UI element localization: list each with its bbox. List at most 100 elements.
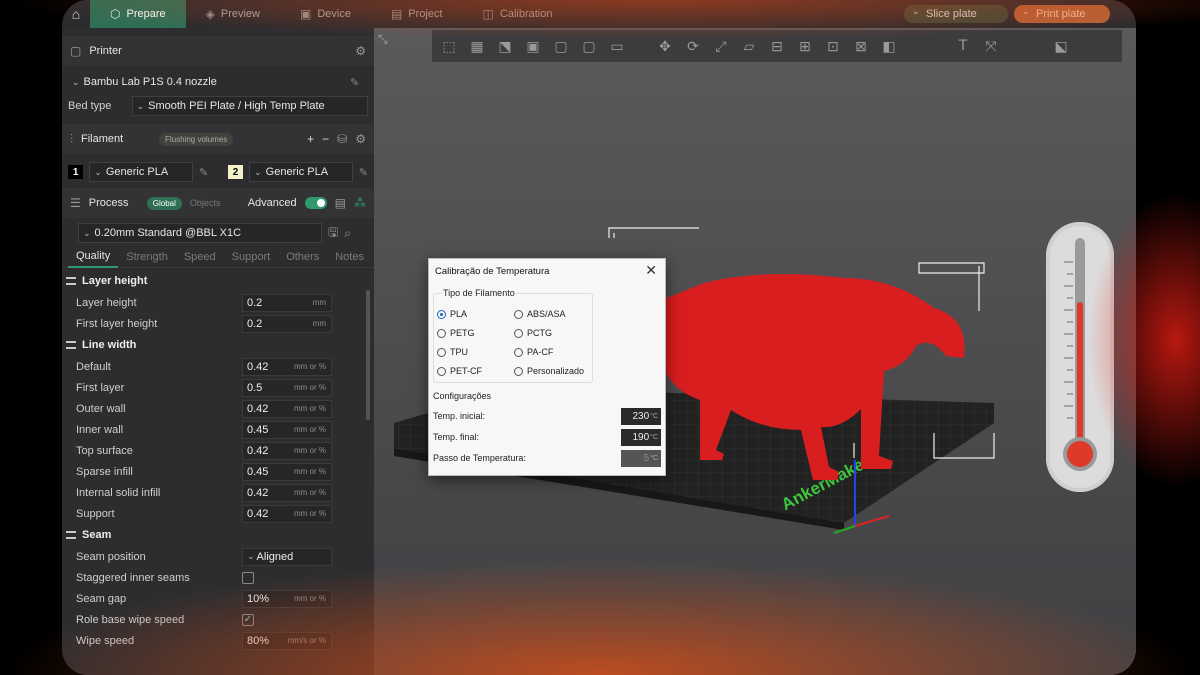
top-bar: ⌂ ⬡ Prepare ◈ Preview ▣ Device ▤ Project ◫ Ca… — [62, 0, 1136, 28]
end-temp-row: Temp. final: 190 °C — [433, 428, 661, 446]
param-row: Outer wall 0.42 mm or % — [62, 398, 374, 419]
group-layer-height: Layer height — [62, 270, 374, 292]
param-row: Wipe speed 80% mm/s or % — [62, 630, 374, 651]
tab-calibration[interactable]: ◫ Calibration — [463, 0, 573, 28]
filament-slot-1-index: 1 — [68, 165, 84, 179]
sidebar-scrollbar[interactable] — [366, 290, 370, 420]
calibration-icon: ◫ — [482, 7, 494, 21]
param-input[interactable]: 0.5 mm or % — [242, 378, 332, 397]
tab-support[interactable]: Support — [224, 246, 279, 268]
advanced-label: Advanced — [247, 197, 297, 209]
param-input[interactable]: 80% mm/s or % — [242, 631, 332, 650]
edit-icon[interactable]: ✎ — [199, 166, 208, 179]
tab-project[interactable]: ▤ Project — [371, 0, 463, 28]
group-icon — [66, 531, 76, 539]
temperature-calibration-dialog: Calibração de Temperatura ✕ Tipo de Fila… — [428, 258, 666, 476]
gear-icon[interactable]: ⚙ — [355, 44, 366, 58]
param-input[interactable]: 0.45 mm or % — [242, 420, 332, 439]
filament-slot-2-select[interactable]: ⌄ Generic PLA — [249, 162, 353, 182]
project-icon: ▤ — [390, 7, 403, 21]
param-input[interactable]: 0.42 mm or % — [242, 399, 332, 418]
param-row: Layer height 0.2 mm — [62, 292, 374, 313]
flushing-volumes-button[interactable]: Flushing volumes — [159, 132, 234, 146]
chevron-down-icon: ⌄ — [1022, 6, 1030, 16]
filament-icon: ⫶ — [70, 131, 74, 146]
save-icon[interactable]: 🖫 — [328, 223, 338, 244]
sync-icon[interactable]: ⛁ — [337, 132, 347, 146]
list-icon[interactable]: ▤ — [335, 196, 346, 210]
radio-button — [514, 309, 523, 319]
param-input[interactable]: 0.2 mm — [242, 293, 332, 312]
home-icon[interactable]: ⌂ — [62, 0, 90, 28]
param-input[interactable]: 0.42 mm or % — [242, 357, 332, 376]
layers-icon: ◈ — [205, 7, 215, 21]
radio-tpu[interactable]: TPU — [437, 347, 468, 357]
edit-icon[interactable]: ✎ — [350, 76, 359, 89]
radio-personalizado[interactable]: Personalizado — [514, 366, 584, 376]
process-tabs: Quality Strength Speed Support Others No… — [62, 246, 374, 268]
x-axis — [854, 515, 890, 527]
print-plate-button[interactable]: ⌄ Print plate — [1014, 5, 1110, 23]
chevron-down-icon: ⌄ — [136, 100, 145, 111]
wipe-speed-checkbox[interactable]: ✓ — [242, 613, 254, 626]
param-row: Support 0.42 mm or % — [62, 503, 374, 524]
param-row: Seam gap 10% mm or % — [62, 588, 374, 609]
param-input[interactable]: 0.42 mm or % — [242, 504, 332, 523]
filament-section-header: ⫶ Filament Flushing volumes + − ⛁ ⚙ — [62, 124, 374, 154]
tab-quality[interactable]: Quality — [68, 246, 119, 268]
chevron-down-icon: ⌄ — [72, 76, 80, 87]
param-row: Default 0.42 mm or % — [62, 356, 374, 377]
objects-toggle[interactable]: Objects — [190, 198, 221, 208]
settings-sidebar: ▢ Printer ⚙ ⌄ Bambu Lab P1S 0.4 nozzle ✎… — [62, 28, 374, 675]
chevron-down-icon: ⌄ — [247, 551, 255, 561]
filament-slot-2-index: 2 — [227, 165, 244, 179]
param-input[interactable]: 0.42 mm or % — [242, 441, 332, 460]
radio-pet-cf[interactable]: PET-CF — [437, 366, 482, 376]
radio-button — [514, 328, 523, 338]
group-icon — [66, 277, 76, 285]
tab-preview[interactable]: ◈ Preview — [186, 0, 280, 28]
radio-petg[interactable]: PETG — [437, 328, 475, 338]
param-input[interactable]: 0.42 mm or % — [242, 483, 332, 502]
global-toggle[interactable]: Global — [146, 196, 182, 210]
radio-button — [437, 309, 446, 319]
close-icon[interactable]: ✕ — [645, 262, 657, 279]
process-icon: ☰ — [70, 196, 81, 210]
slice-plate-button[interactable]: ⌄ Slice plate — [904, 5, 1008, 23]
param-row: First layer 0.5 mm or % — [62, 377, 374, 398]
chevron-down-icon: ⌄ — [94, 166, 102, 177]
staggered-seams-checkbox[interactable] — [242, 571, 254, 584]
bed-type-select[interactable]: ⌄ Smooth PEI Plate / High Temp Plate — [131, 96, 368, 116]
advanced-toggle[interactable] — [304, 197, 327, 209]
radio-button — [514, 347, 523, 357]
tab-speed[interactable]: Speed — [176, 246, 224, 268]
gear-icon[interactable]: ⚙ — [355, 132, 366, 146]
step-temp-row: Passo de Temperatura: 5 °C — [433, 449, 661, 467]
printer-icon: ▢ — [70, 44, 82, 58]
radio-abs-asa[interactable]: ABS/ASA — [514, 309, 566, 319]
tab-prepare[interactable]: ⬡ Prepare — [90, 0, 186, 28]
end-temp-input[interactable]: 190 °C — [621, 428, 661, 446]
seam-position-select[interactable]: ⌄ Aligned — [242, 547, 332, 566]
radio-pctg[interactable]: PCTG — [514, 328, 552, 338]
step-temp-input[interactable]: 5 °C — [621, 449, 661, 467]
add-icon[interactable]: + — [307, 132, 314, 146]
search-icon[interactable]: ⌕ — [344, 226, 351, 241]
process-profile-select[interactable]: ⌄ 0.20mm Standard @BBL X1C — [78, 223, 322, 243]
compare-icon[interactable]: ⁂ — [354, 196, 366, 210]
edit-icon[interactable]: ✎ — [359, 166, 368, 179]
start-temp-input[interactable]: 230 °C — [621, 407, 661, 425]
param-input[interactable]: 0.2 mm — [242, 314, 332, 333]
tab-strength[interactable]: Strength — [118, 246, 176, 268]
printer-select[interactable]: ⌄ Bambu Lab P1S 0.4 nozzle — [68, 72, 344, 92]
remove-icon[interactable]: − — [322, 132, 329, 146]
param-input[interactable]: 0.45 mm or % — [242, 462, 332, 481]
radio-pa-cf[interactable]: PA-CF — [514, 347, 553, 357]
tab-device[interactable]: ▣ Device — [280, 0, 371, 28]
tab-others[interactable]: Others — [278, 246, 327, 268]
radio-pla[interactable]: PLA — [437, 309, 467, 319]
filament-slot-1-select[interactable]: ⌄ Generic PLA — [89, 162, 193, 182]
param-input[interactable]: 10% mm or % — [242, 589, 332, 608]
group-seam: Seam — [62, 524, 374, 546]
tab-notes[interactable]: Notes — [327, 246, 372, 268]
